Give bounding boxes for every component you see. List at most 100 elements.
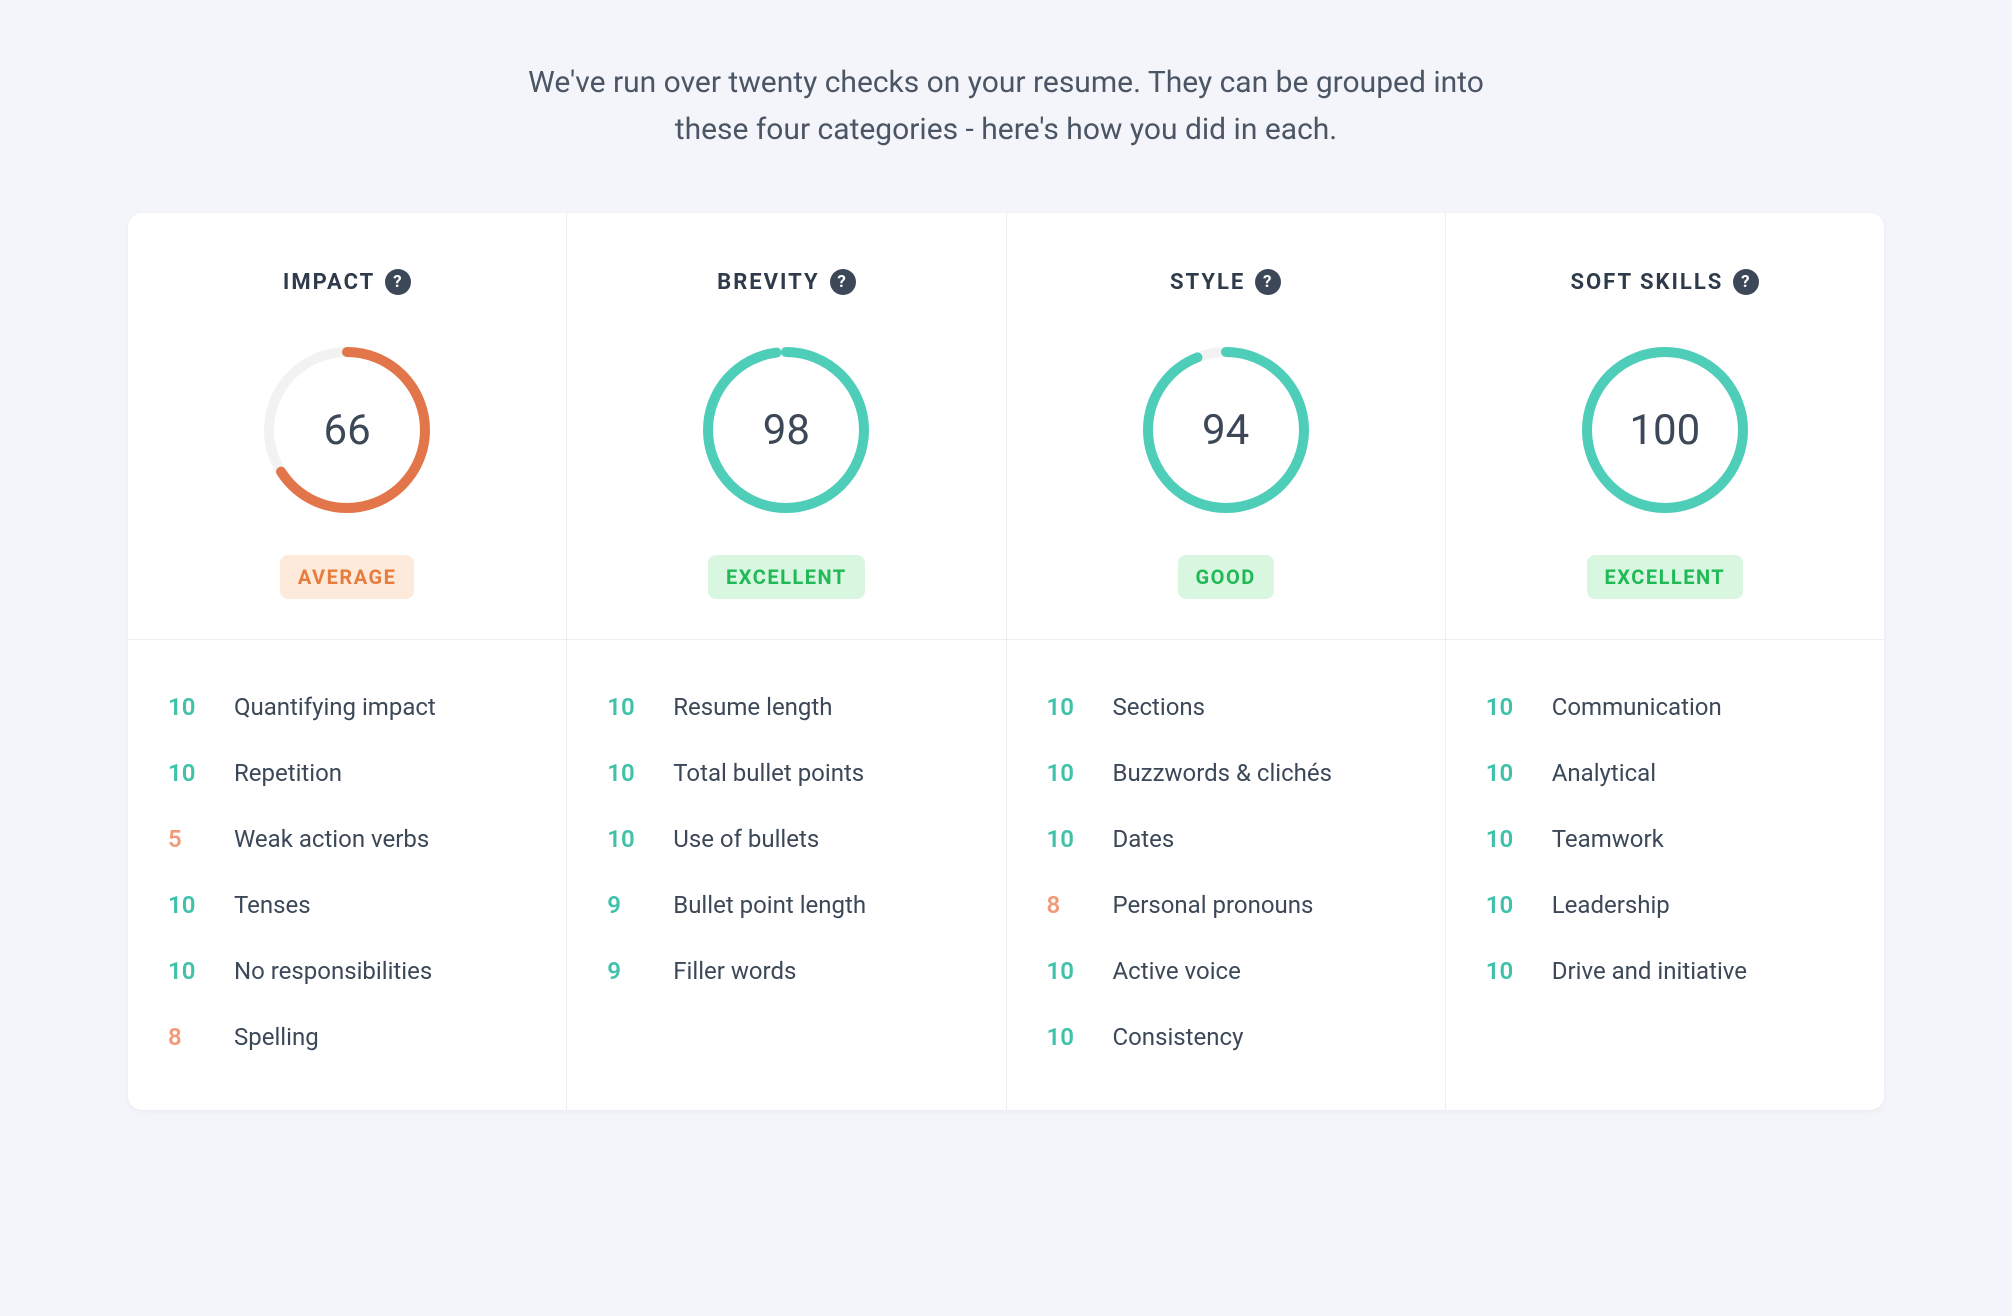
category-cards: IMPACT? 66AVERAGE10Quantifying impact10R…	[128, 213, 1884, 1110]
check-item[interactable]: 10No responsibilities	[168, 938, 526, 1004]
check-item[interactable]: 8 Spelling	[168, 1004, 526, 1070]
check-label: Filler words	[673, 957, 796, 985]
check-score: 10	[168, 759, 208, 787]
score-ring: 94	[1141, 345, 1311, 515]
check-score: 10	[168, 891, 208, 919]
category-title: IMPACT	[283, 270, 375, 295]
check-item[interactable]: 10 Sections	[1047, 674, 1405, 740]
score-value: 66	[262, 345, 432, 515]
check-score: 10	[607, 759, 647, 787]
category-title: STYLE	[1170, 270, 1245, 295]
check-score: 10	[607, 693, 647, 721]
score-ring: 100	[1580, 345, 1750, 515]
check-label: Buzzwords & clichés	[1113, 759, 1333, 787]
check-item[interactable]: 10 Analytical	[1486, 740, 1844, 806]
category-title: SOFT SKILLS	[1570, 270, 1723, 295]
check-score: 10	[1047, 825, 1087, 853]
check-item[interactable]: 10Resume length	[607, 674, 965, 740]
help-icon[interactable]: ?	[830, 269, 856, 295]
category-title-row: IMPACT?	[283, 269, 411, 295]
check-label: Sections	[1113, 693, 1206, 721]
check-item[interactable]: 10 Communication	[1486, 674, 1844, 740]
score-ring-wrap: 94	[1037, 345, 1415, 515]
category-card: SOFT SKILLS? 100 EXCELLENT 10 Communication…	[1446, 213, 1884, 1110]
check-label: Personal pronouns	[1113, 891, 1314, 919]
check-item[interactable]: 10 Dates	[1047, 806, 1405, 872]
score-ring-wrap: 100	[1476, 345, 1854, 515]
check-label: Active voice	[1113, 957, 1241, 985]
check-score: 10	[1047, 1023, 1087, 1051]
score-value: 94	[1141, 345, 1311, 515]
check-label: Repetition	[234, 759, 342, 787]
category-title: BREVITY	[717, 270, 819, 295]
check-score: 9	[607, 957, 647, 985]
check-label: Weak action verbs	[234, 825, 429, 853]
score-ring-wrap: 98	[597, 345, 975, 515]
check-item[interactable]: 10Quantifying impact	[168, 674, 526, 740]
category-title-row: SOFT SKILLS?	[1570, 269, 1759, 295]
category-title-row: STYLE?	[1170, 269, 1281, 295]
check-score: 10	[607, 825, 647, 853]
check-item[interactable]: 10 Consistency	[1047, 1004, 1405, 1070]
check-label: Consistency	[1113, 1023, 1244, 1051]
check-score: 5	[168, 825, 208, 853]
check-label: Quantifying impact	[234, 693, 436, 721]
category-title-row: BREVITY?	[717, 269, 855, 295]
check-score: 8	[168, 1023, 208, 1051]
check-item[interactable]: 10 Total bullet points	[607, 740, 965, 806]
rating-badge: EXCELLENT	[1587, 555, 1744, 599]
check-item[interactable]: 10 Tenses	[168, 872, 526, 938]
check-label: Communication	[1552, 693, 1722, 721]
score-ring-wrap: 66	[158, 345, 536, 515]
check-item[interactable]: 10 Use of bullets	[607, 806, 965, 872]
score-value: 100	[1580, 345, 1750, 515]
check-label: Drive and initiative	[1552, 957, 1747, 985]
check-label: Total bullet points	[673, 759, 864, 787]
category-card: IMPACT? 66AVERAGE10Quantifying impact10R…	[128, 213, 567, 1110]
category-card: STYLE? 94 GOOD 10 Sections 10 Buzzwords & cli…	[1007, 213, 1446, 1110]
help-icon[interactable]: ?	[385, 269, 411, 295]
check-label: Spelling	[234, 1023, 319, 1051]
help-icon[interactable]: ?	[1255, 269, 1281, 295]
check-label: Teamwork	[1552, 825, 1664, 853]
check-item[interactable]: 10 Leadership	[1486, 872, 1844, 938]
check-score: 10	[1047, 693, 1087, 721]
check-label: Dates	[1113, 825, 1175, 853]
check-list: 10 Communication 10 Analytical 10 Teamwork 10 L…	[1446, 640, 1884, 1044]
check-score: 10	[1486, 825, 1526, 853]
check-label: No responsibilities	[234, 957, 432, 985]
check-item[interactable]: 10 Buzzwords & clichés	[1047, 740, 1405, 806]
check-score: 10	[1486, 693, 1526, 721]
page-intro: We've run over twenty checks on your res…	[506, 60, 1506, 153]
check-item[interactable]: 10Drive and initiative	[1486, 938, 1844, 1004]
card-header: SOFT SKILLS? 100 EXCELLENT	[1446, 213, 1884, 599]
check-label: Bullet point length	[673, 891, 866, 919]
check-label: Leadership	[1552, 891, 1670, 919]
check-score: 10	[1486, 891, 1526, 919]
score-value: 98	[701, 345, 871, 515]
check-item[interactable]: 8 Personal pronouns	[1047, 872, 1405, 938]
rating-badge: GOOD	[1178, 555, 1274, 599]
help-icon[interactable]: ?	[1733, 269, 1759, 295]
score-ring: 98	[701, 345, 871, 515]
check-item[interactable]: 10 Active voice	[1047, 938, 1405, 1004]
check-score: 10	[1486, 759, 1526, 787]
check-label: Analytical	[1552, 759, 1656, 787]
category-card: BREVITY? 98EXCELLENT10Resume length10Tot…	[567, 213, 1006, 1110]
check-item[interactable]: 10 Teamwork	[1486, 806, 1844, 872]
check-item[interactable]: 9 Filler words	[607, 938, 965, 1004]
rating-badge: EXCELLENT	[708, 555, 865, 599]
rating-badge: AVERAGE	[280, 555, 414, 599]
card-header: IMPACT? 66 AVERAGE	[128, 213, 566, 599]
check-label: Tenses	[234, 891, 311, 919]
check-list: 10Resume length10Total bullet points10Us…	[567, 640, 1005, 1044]
check-item[interactable]: 5 Weak action verbs	[168, 806, 526, 872]
check-list: 10 Sections 10 Buzzwords & clichés 10 Dates 8P…	[1007, 640, 1445, 1110]
card-header: BREVITY? 98 EXCELLENT	[567, 213, 1005, 599]
check-score: 8	[1047, 891, 1087, 919]
check-item[interactable]: 10 Repetition	[168, 740, 526, 806]
check-label: Use of bullets	[673, 825, 819, 853]
check-score: 10	[1047, 759, 1087, 787]
check-score: 10	[1047, 957, 1087, 985]
check-item[interactable]: 9Bullet point length	[607, 872, 965, 938]
